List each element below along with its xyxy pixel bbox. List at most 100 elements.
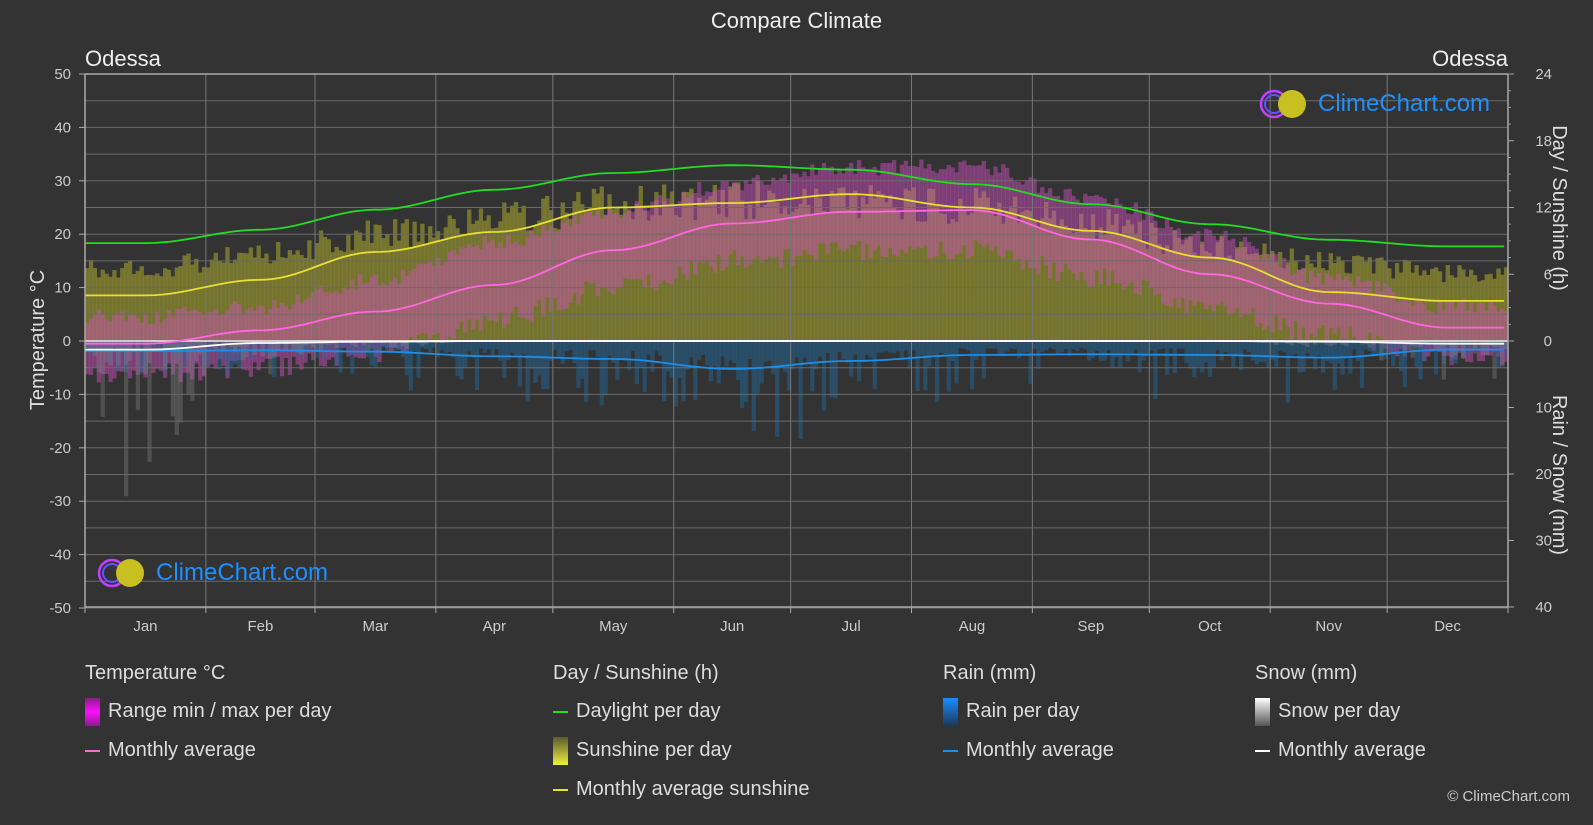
rain-day-bar: [1172, 341, 1178, 374]
rain-day-bar: [490, 341, 495, 357]
temp-range-day-bar: [521, 245, 526, 318]
rain-day-bar: [1227, 341, 1232, 355]
rain-day-bar: [467, 341, 472, 352]
rain-day-bar: [615, 341, 620, 380]
temp-range-day-bar: [467, 243, 472, 320]
rain-day-bar: [357, 341, 363, 355]
rain-day-bar: [884, 341, 889, 352]
temp-range-day-bar: [381, 283, 386, 347]
rain-day-bar: [1250, 341, 1255, 361]
temp-range-day-bar: [213, 309, 218, 369]
rain-day-bar: [903, 341, 909, 351]
temp-range-day-bar: [934, 172, 940, 257]
rain-day-bar: [837, 341, 842, 352]
temp-range-day-bar: [482, 235, 487, 316]
rain-day-bar: [1102, 341, 1107, 361]
rain-day-bar: [634, 341, 640, 385]
temp-range-day-bar: [1196, 231, 1201, 302]
rain-day-bar: [677, 341, 682, 378]
rain-day-bar: [1012, 341, 1018, 349]
rain-day-bar: [412, 341, 417, 351]
temp-range-day-bar: [1114, 198, 1119, 284]
rain-day-bar: [1055, 341, 1061, 355]
rain-day-bar: [806, 341, 811, 365]
snow-day-bar: [178, 341, 183, 423]
rain-day-bar: [673, 341, 678, 407]
rain-day-bar: [564, 341, 569, 352]
rain-day-bar: [1359, 341, 1365, 388]
rain-day-bar: [658, 341, 663, 356]
rain-day-bar: [474, 341, 480, 390]
legend-item-temp-range: Range min / max per day: [85, 698, 331, 739]
rain-day-bar: [888, 341, 893, 353]
rain-day-bar: [860, 341, 866, 362]
rain-day-bar: [521, 341, 526, 355]
snow-day-bar: [162, 341, 168, 370]
y-left-tick-label: -30: [49, 493, 71, 510]
watermark-bottom[interactable]: ClimeChart.com: [96, 557, 328, 589]
temp-range-day-bar: [591, 215, 597, 283]
snow-day-bar: [1379, 341, 1384, 361]
temp-range-day-bar: [435, 257, 441, 334]
legend-item-temp-avg: Monthly average: [85, 739, 331, 778]
temp-range-day-bar: [1086, 196, 1092, 288]
temp-range-day-bar: [1047, 188, 1053, 279]
rain-day-bar: [1071, 341, 1076, 350]
temp-range-day-bar: [888, 162, 893, 249]
temp-range-day-bar: [1188, 236, 1193, 301]
temp-range-day-bar: [1020, 184, 1025, 270]
watermark-top[interactable]: ClimeChart.com: [1258, 88, 1490, 120]
y-left-tick-label: 50: [54, 66, 71, 83]
watermark-text: ClimeChart.com: [1318, 90, 1491, 117]
rain-day-bar: [1051, 341, 1057, 350]
rain-day-bar: [919, 341, 924, 356]
rain-day-bar: [416, 341, 421, 378]
legend-item-rain-avg: Monthly average: [943, 739, 1114, 778]
rain-day-bar: [798, 341, 803, 439]
rain-day-bar: [958, 341, 963, 349]
rain-day-bar: [1098, 341, 1103, 361]
rain-day-bar: [584, 341, 589, 402]
rain-day-bar: [931, 341, 936, 355]
rain-day-bar: [751, 341, 756, 431]
snow-day-bar: [100, 341, 105, 417]
rain-day-bar: [482, 341, 487, 353]
rain-day-bar: [938, 341, 944, 353]
rain-day-bar: [576, 341, 581, 389]
temp-range-day-bar: [552, 232, 558, 299]
temp-range-day-bar: [778, 178, 784, 268]
temp-range-day-bar: [623, 213, 628, 278]
rain-day-bar: [1274, 341, 1279, 367]
temp-range-day-bar: [1274, 254, 1279, 316]
rain-day-bar: [950, 341, 955, 362]
rain-day-bar: [1086, 341, 1092, 361]
rain-day-bar: [205, 341, 211, 366]
rain-day-bar: [895, 341, 901, 352]
y-left-axis-label: Temperature °C: [27, 270, 49, 410]
y-left-tick-label: -20: [49, 440, 71, 457]
temp-range-day-bar: [1149, 211, 1154, 288]
rain-day-bar: [892, 341, 897, 354]
rain-day-bar: [1005, 341, 1010, 352]
temp-range-swatch: [85, 698, 100, 726]
rain-day-bar: [899, 341, 905, 359]
rain-swatch: [943, 698, 958, 726]
rain-day-bar: [1196, 341, 1201, 367]
snow-day-bar: [147, 341, 152, 463]
temp-range-day-bar: [408, 270, 413, 338]
legend-item-sunshine: Sunshine per day: [553, 737, 809, 778]
rain-day-bar: [962, 341, 967, 349]
y-left-tick-label: 30: [54, 173, 71, 190]
rain-day-bar: [607, 341, 612, 356]
temp-range-day-bar: [424, 264, 429, 334]
rain-day-bar: [533, 341, 538, 384]
rain-day-bar: [556, 341, 562, 359]
y-right-bottom-tick-label: 40: [1535, 599, 1552, 616]
rain-day-bar: [537, 341, 542, 376]
rain-day-bar: [1141, 341, 1146, 361]
temp-range-day-bar: [564, 220, 569, 309]
rain-day-bar: [973, 341, 979, 360]
rain-day-bar: [455, 341, 460, 376]
legend-item-rain: Rain per day: [943, 698, 1114, 739]
rain-day-bar: [728, 341, 733, 361]
